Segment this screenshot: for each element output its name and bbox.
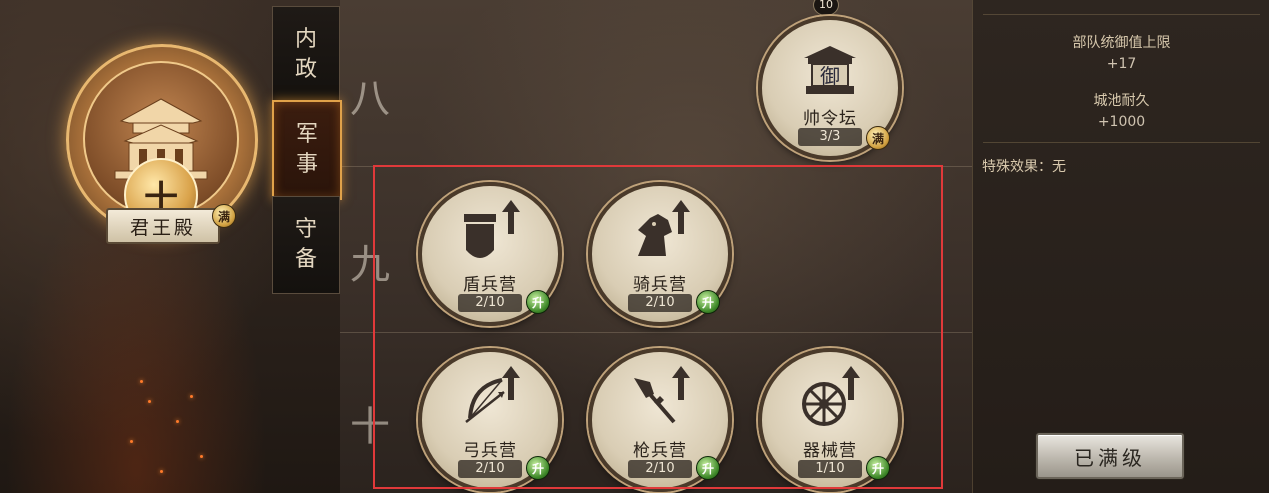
ember [160,470,163,473]
ember [130,440,133,443]
tier-label-8: 八 [350,76,390,122]
tab-military[interactable]: 军事 [272,100,342,200]
special-effect-text: 特殊效果：无 [982,159,1066,175]
ember [200,455,203,458]
node-count: 3/3 [798,128,862,146]
ember [176,420,179,423]
info-panel: 部队统御值上限 +17 城池耐久 +1000 [972,0,1269,493]
tab-defense[interactable]: 守备 [272,196,340,294]
stat-label-troop-command: 部队统御值上限 [1072,35,1171,51]
max-level-badge: 满 [866,126,890,150]
ember [140,380,143,383]
stat-value-city-durability: +1000 [1097,114,1146,130]
main-building-name: 君王殿 [106,208,220,244]
tab-label: 守备 [294,217,317,272]
panel-divider [983,14,1260,15]
ember [148,400,151,403]
ember [190,395,193,398]
tab-internal-affairs[interactable]: 内政 [272,6,340,104]
stat-label-city-durability: 城池耐久 [1093,93,1150,109]
stat-value-troop-command: +17 [1106,56,1137,72]
max-level-button[interactable]: 已满级 [1036,433,1184,479]
panel-divider [983,142,1260,143]
selection-highlight [373,165,943,489]
seal-character: 御 [820,64,840,88]
max-level-badge: 满 [212,204,236,228]
tab-label: 军事 [295,122,318,177]
tab-label: 内政 [294,27,317,82]
